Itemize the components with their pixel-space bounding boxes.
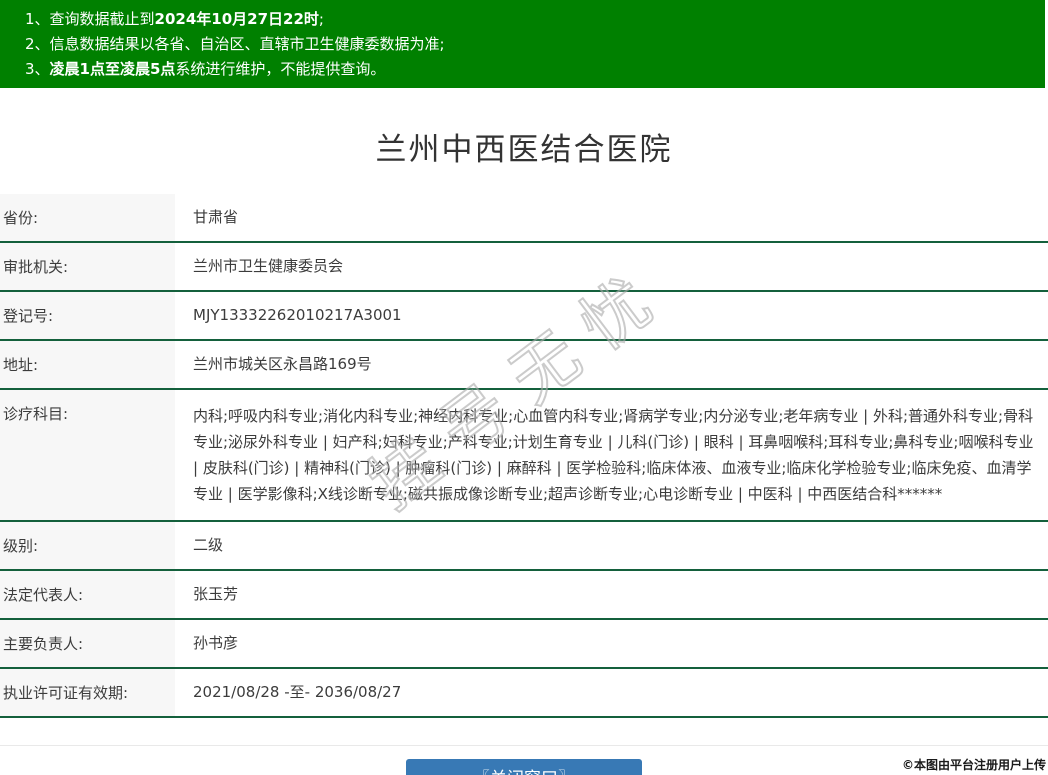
notice-text: 1、查询数据截止到 [25,10,155,28]
row-label: 地址: [0,341,175,388]
notice-banner: 1、查询数据截止到2024年10月27日22时; 2、信息数据结果以各省、自治区… [0,0,1045,88]
row-value: 二级 [193,536,224,554]
row-value: 孙书彦 [193,634,239,652]
row-legal-representative: 法定代表人: 张玉芳 [0,571,1048,620]
row-value: 内科;呼吸内科专业;消化内科专业;神经内科专业;心血管内科专业;肾病学专业;内分… [193,407,1034,503]
row-label: 执业许可证有效期: [0,669,175,716]
button-area: 〖关闭窗口〗 [0,759,1048,775]
query-result-page: 1、查询数据截止到2024年10月27日22时; 2、信息数据结果以各省、自治区… [0,0,1048,775]
row-address: 地址: 兰州市城关区永昌路169号 [0,341,1048,390]
row-license-validity: 执业许可证有效期: 2021/08/28 -至- 2036/08/27 [0,669,1048,718]
notice-text: 2、信息数据结果以各省、自治区、直辖市卫生健康委数据为准; [25,35,445,53]
hospital-info-table: 省份: 甘肃省 审批机关: 兰州市卫生健康委员会 登记号: MJY1333226… [0,194,1048,718]
row-departments: 诊疗科目: 内科;呼吸内科专业;消化内科专业;神经内科专业;心血管内科专业;肾病… [0,390,1048,522]
notice-text: ; [318,10,324,28]
row-value: 张玉芳 [193,585,239,603]
notice-bold: 凌晨1点至凌晨5点 [49,60,176,78]
row-label: 诊疗科目: [0,390,175,520]
row-label: 审批机关: [0,243,175,290]
bottom-divider [0,745,1048,746]
row-label: 省份: [0,194,175,241]
row-value: 兰州市城关区永昌路169号 [193,355,372,373]
notice-line-3: 3、凌晨1点至凌晨5点系统进行维护，不能提供查询。 [25,57,1045,82]
copyright-notice: ©本图由平台注册用户上传 [901,758,1046,772]
hospital-title: 兰州中西医结合医院 [375,132,673,168]
notice-text: 3、 [25,60,50,78]
row-province: 省份: 甘肃省 [0,194,1048,243]
row-label: 主要负责人: [0,620,175,667]
notice-text: 系统进行维护，不能提供查询。 [175,60,386,78]
row-principal: 主要负责人: 孙书彦 [0,620,1048,669]
row-value: MJY13332262010217A3001 [193,306,402,324]
notice-line-2: 2、信息数据结果以各省、自治区、直辖市卫生健康委数据为准; [25,32,1045,57]
row-label: 法定代表人: [0,571,175,618]
row-level: 级别: 二级 [0,522,1048,571]
notice-line-1: 1、查询数据截止到2024年10月27日22时; [25,7,1045,32]
close-window-button[interactable]: 〖关闭窗口〗 [406,759,642,775]
row-approval-authority: 审批机关: 兰州市卫生健康委员会 [0,243,1048,292]
row-label: 级别: [0,522,175,569]
row-value: 兰州市卫生健康委员会 [193,257,344,275]
row-registration-number: 登记号: MJY13332262010217A3001 [0,292,1048,341]
row-label: 登记号: [0,292,175,339]
row-value: 甘肃省 [193,208,239,226]
row-value: 2021/08/28 -至- 2036/08/27 [193,683,402,701]
notice-bold: 2024年10月27日22时 [154,10,319,28]
